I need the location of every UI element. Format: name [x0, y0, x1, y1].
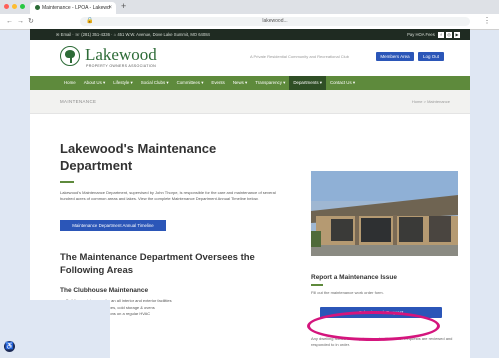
nav-item-committees[interactable]: Committees ▾: [173, 76, 208, 90]
url-text: lakewood...: [262, 18, 288, 24]
building-photo: [311, 171, 458, 256]
facebook-icon[interactable]: f: [438, 31, 444, 38]
nav-item-events[interactable]: Events: [207, 76, 228, 90]
site-logo[interactable]: Lakewood: [85, 45, 157, 65]
sidebar-text: Fill out the maintenance work order form…: [311, 290, 384, 295]
nav-item-lifestyle[interactable]: Lifestyle ▾: [109, 76, 137, 90]
tree-logo-icon[interactable]: [60, 46, 80, 66]
reload-icon[interactable]: ↻: [28, 18, 38, 25]
accessibility-icon[interactable]: ♿: [4, 341, 15, 352]
nav-buttons[interactable]: ←→↻: [6, 17, 38, 25]
address-bar-row: ←→↻ 🔒 lakewood... ⋮: [0, 14, 499, 30]
back-icon[interactable]: ←: [6, 18, 17, 25]
utility-bar: ✉ Email · ☏ (281) 351-4336 · ⌂ 451 W.W. …: [30, 29, 470, 40]
maximize-window-icon[interactable]: [20, 4, 25, 9]
close-tab-icon[interactable]: ×: [108, 2, 112, 14]
nav-item-news[interactable]: News ▾: [229, 76, 251, 90]
section-heading: The Maintenance Department Oversees the …: [60, 252, 255, 276]
browser-window: Maintenance - LPOA - Lakewd × + ←→↻ 🔒 la…: [0, 0, 499, 358]
browser-menu-icon[interactable]: ⋮: [483, 16, 491, 25]
utility-right: Pay HOA Fees f ◎ ▶: [407, 29, 460, 40]
annual-timeline-button[interactable]: Maintenance Department Annual Timeline: [60, 220, 166, 231]
page-title: Lakewood's Maintenance Department: [60, 141, 217, 173]
nav-item-social-clubs[interactable]: Social Clubs ▾: [137, 76, 173, 90]
minimize-window-icon[interactable]: [12, 4, 17, 9]
page-label: MAINTENANCE: [60, 99, 97, 104]
tab-bar: Maintenance - LPOA - Lakewd × +: [0, 0, 499, 14]
sidebar-divider: [311, 284, 323, 286]
close-window-icon[interactable]: [4, 4, 9, 9]
highlight-circle: [307, 311, 440, 341]
youtube-icon[interactable]: ▶: [454, 31, 460, 38]
sidebar-heading: Report a Maintenance Issue: [311, 274, 397, 281]
nav-item-about[interactable]: About Us ▾: [80, 76, 109, 90]
forward-icon[interactable]: →: [17, 18, 28, 25]
title-divider: [60, 181, 74, 183]
log-out-button[interactable]: Log Out: [418, 52, 444, 61]
instagram-icon[interactable]: ◎: [446, 31, 452, 38]
logo-subtitle: PROPERTY OWNERS ASSOCIATION: [86, 64, 157, 68]
lock-icon: 🔒: [86, 18, 94, 24]
url-input[interactable]: 🔒 lakewood...: [80, 17, 470, 26]
breadcrumb[interactable]: Home > Maintenance: [412, 99, 450, 104]
pay-fees-link[interactable]: Pay HOA Fees: [407, 32, 435, 37]
nav-item-contact[interactable]: Contact Us ▾: [326, 76, 359, 90]
browser-tab[interactable]: Maintenance - LPOA - Lakewd ×: [30, 2, 116, 14]
background-panel: [0, 300, 110, 358]
members-area-button[interactable]: Members Area: [376, 52, 414, 61]
nav-item-departments[interactable]: Departments ▾: [289, 76, 326, 90]
page-title-bar: MAINTENANCE Home > Maintenance: [30, 90, 470, 114]
nav-item-home[interactable]: Home: [60, 76, 80, 90]
favicon-icon: [35, 5, 40, 11]
tagline: A Private Residential Community and Recr…: [250, 54, 349, 59]
main-navigation: Home About Us ▾ Lifestyle ▾ Social Clubs…: [30, 76, 470, 90]
tab-title: Maintenance - LPOA - Lakewd: [42, 5, 110, 11]
new-tab-icon[interactable]: +: [121, 1, 126, 11]
intro-text: Lakewood's Maintenance Department, super…: [60, 190, 276, 201]
window-controls: [4, 4, 25, 9]
nav-item-transparency[interactable]: Transparency ▾: [251, 76, 289, 90]
contact-info: ✉ Email · ☏ (281) 351-4336 · ⌂ 451 W.W. …: [56, 32, 210, 37]
site-header: Lakewood PROPERTY OWNERS ASSOCIATION A P…: [30, 40, 470, 76]
subsection-heading: The Clubhouse Maintenance: [60, 287, 149, 294]
